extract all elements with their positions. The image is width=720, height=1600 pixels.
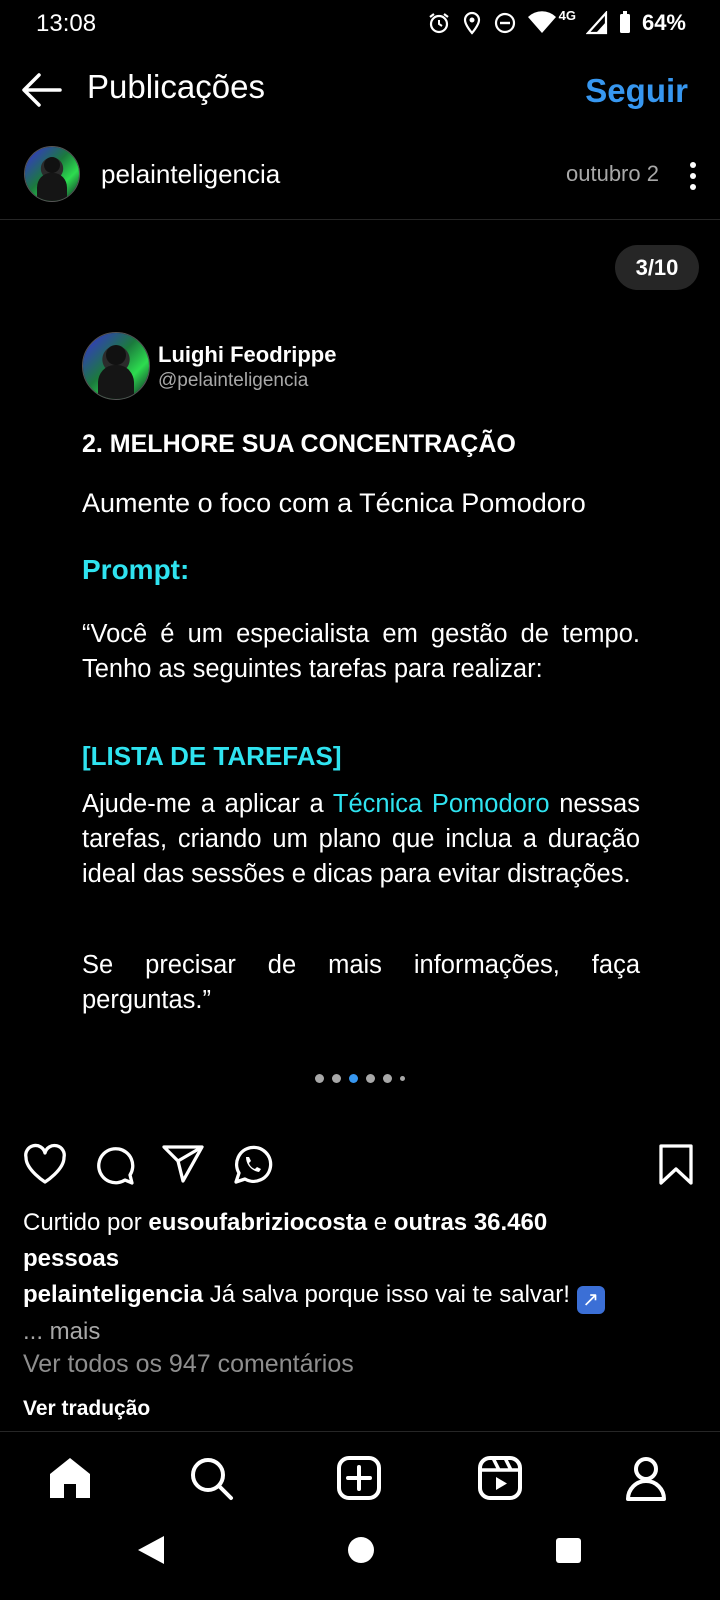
page-title: Publicações	[87, 68, 265, 105]
system-navigation	[0, 1520, 720, 1600]
system-back-icon[interactable]	[136, 1534, 166, 1566]
carousel-dot	[400, 1075, 405, 1081]
caption-username[interactable]: pelainteligencia	[23, 1281, 203, 1308]
profile-avatar[interactable]	[24, 146, 80, 202]
carousel-counter: 3/10	[615, 245, 699, 290]
prompt-paragraph-1: “Você é um especialista em gestão de tem…	[82, 620, 640, 683]
location-icon	[463, 11, 480, 35]
search-icon[interactable]	[187, 1454, 235, 1502]
liked-by-prefix: Curtido por	[23, 1209, 149, 1236]
carousel-dots	[0, 1072, 720, 1084]
card-author-handle: @pelainteligencia	[158, 370, 309, 391]
post-caption: pelainteligencia Já salva porque isso va…	[23, 1277, 703, 1350]
card-heading: 2. MELHORE SUA CONCENTRAÇÃO	[82, 430, 516, 458]
status-time: 13:08	[36, 10, 97, 37]
status-icons: 4G 64%	[427, 8, 686, 38]
caption-more-link[interactable]: ... mais	[23, 1318, 100, 1345]
view-comments-link[interactable]: Ver todos os 947 comentários	[23, 1350, 354, 1379]
alarm-icon	[428, 13, 449, 34]
battery-icon	[619, 11, 630, 33]
system-home-icon[interactable]	[347, 1536, 375, 1564]
network-type: 4G	[558, 8, 576, 23]
paragraph-2-start: Ajude-me a aplicar a	[82, 790, 333, 818]
carousel-dot	[315, 1073, 324, 1083]
do-not-disturb-icon	[494, 12, 515, 34]
liked-by-user[interactable]: eusoufabriziocosta	[148, 1209, 367, 1236]
caption-text: Já salva porque isso vai te salvar!	[203, 1281, 577, 1308]
reels-icon[interactable]	[476, 1454, 524, 1502]
battery-level: 64%	[641, 10, 686, 35]
tasks-placeholder: [LISTA DE TAREFAS]	[82, 741, 342, 771]
arrow-emoji-icon: ↗	[576, 1286, 605, 1314]
follow-button[interactable]: Seguir	[585, 72, 688, 110]
card-author-name: Luighi Feodrippe	[158, 342, 337, 367]
post-header: pelainteligencia outubro 2	[0, 143, 720, 220]
carousel-dot	[332, 1073, 341, 1083]
signal-icon	[585, 11, 608, 35]
more-options-icon[interactable]	[688, 161, 698, 191]
wifi-icon	[527, 11, 556, 33]
post-username[interactable]: pelainteligencia	[101, 159, 280, 190]
card-subtitle: Aumente o foco com a Técnica Pomodoro	[82, 488, 586, 518]
bottom-nav	[0, 1431, 720, 1520]
carousel-dot	[349, 1073, 358, 1083]
carousel-dot	[366, 1073, 375, 1083]
liked-by-mid: e	[367, 1209, 394, 1236]
carousel-dot	[383, 1073, 392, 1083]
back-arrow-icon[interactable]	[20, 72, 64, 108]
heart-icon[interactable]	[22, 1142, 68, 1188]
card-author-avatar	[82, 332, 150, 400]
whatsapp-icon[interactable]	[229, 1142, 275, 1188]
status-bar: 13:08 4G 64%	[0, 0, 720, 48]
prompt-label: Prompt:	[82, 554, 190, 585]
comment-icon[interactable]	[92, 1142, 138, 1188]
top-bar: Publicações Seguir	[0, 58, 720, 122]
likes-summary: Curtido por eusoufabriziocosta e outras …	[23, 1205, 703, 1277]
liked-by-suffix[interactable]: pessoas	[23, 1245, 119, 1272]
prompt-paragraph-3: Se precisar de mais informações, faça pe…	[82, 951, 640, 1014]
profile-icon[interactable]	[622, 1454, 670, 1502]
post-date: outubro 2	[566, 161, 659, 186]
create-icon[interactable]	[335, 1454, 383, 1502]
bookmark-icon[interactable]	[653, 1142, 699, 1188]
liked-by-others[interactable]: outras 36.460	[394, 1209, 547, 1236]
home-icon[interactable]	[46, 1454, 94, 1502]
system-recents-icon[interactable]	[555, 1537, 582, 1564]
view-translation-link[interactable]: Ver tradução	[23, 1397, 150, 1421]
post-actions	[0, 1142, 720, 1190]
pomodoro-highlight: Técnica Pomodoro	[332, 790, 550, 818]
prompt-paragraph-2: Ajude-me a aplicar a Técnica Pomodoro ne…	[82, 787, 640, 892]
share-icon[interactable]	[160, 1142, 206, 1188]
